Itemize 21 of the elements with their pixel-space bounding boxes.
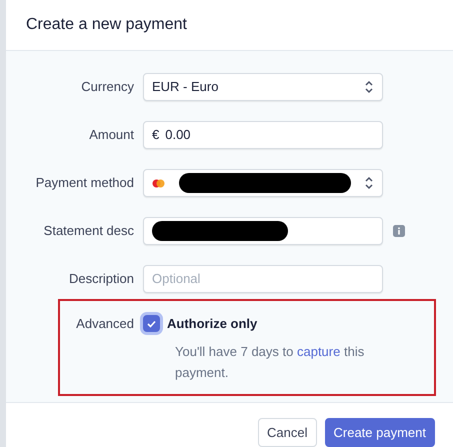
cancel-button[interactable]: Cancel (258, 418, 316, 447)
field-label: Statement desc (42, 222, 135, 240)
checkmark-icon (147, 320, 156, 328)
chevron-icon (364, 176, 374, 190)
chevron-icon (364, 80, 374, 94)
currency-select[interactable]: EUR - Euro (143, 73, 383, 101)
amount-field[interactable]: € 0.00 (143, 121, 383, 149)
checkbox[interactable] (143, 315, 160, 332)
card-logo-icon (152, 178, 165, 188)
dialog-title: Create a new payment (26, 15, 187, 35)
field-label: Description (68, 270, 135, 288)
field-label: Payment method (34, 174, 135, 192)
statement-field[interactable] (143, 217, 383, 245)
capture-link[interactable]: capture (296, 344, 340, 358)
field-label: Advanced (75, 315, 135, 333)
field-label: Currency (80, 78, 135, 96)
hint-text: You'll have 7 days to capture this payment. (175, 342, 366, 382)
create-button[interactable]: Create payment (324, 418, 435, 447)
payment-method-select[interactable] (143, 169, 383, 197)
field-label: Amount (88, 126, 135, 144)
checkbox-label: Authorize only (167, 315, 258, 333)
